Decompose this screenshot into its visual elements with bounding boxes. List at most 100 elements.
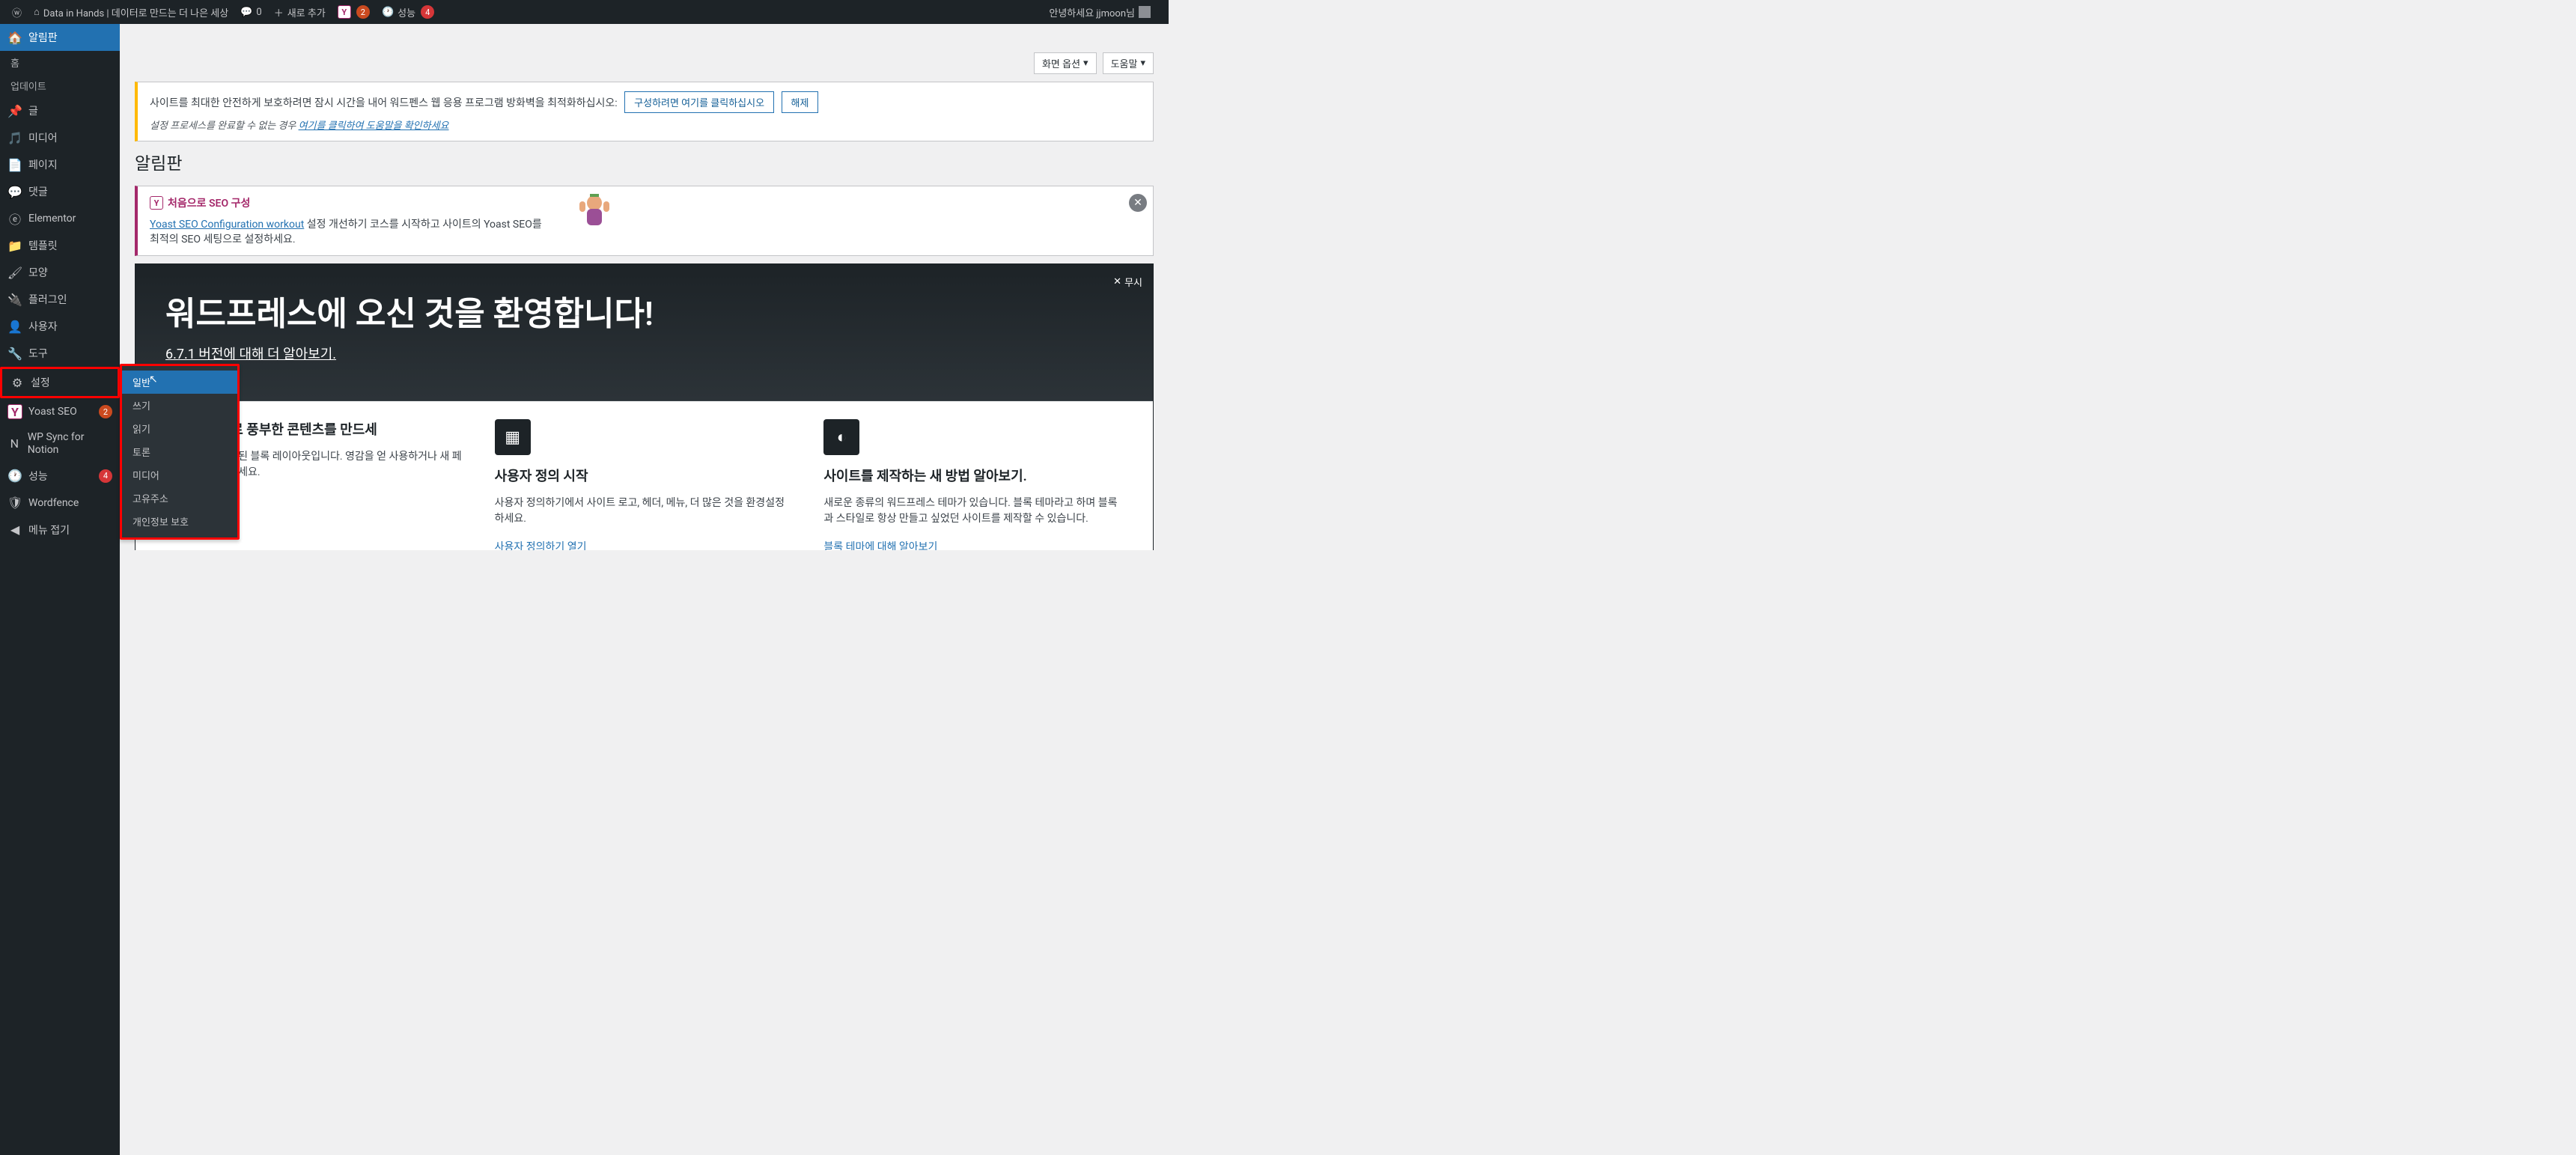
menu-yoast[interactable]: Y Yoast SEO 2	[0, 398, 120, 425]
menu-appearance-label: 모양	[28, 265, 48, 280]
menu-performance[interactable]: 🕐성능4	[0, 463, 120, 490]
menu-settings[interactable]: ⚙ 설정	[2, 369, 118, 396]
perf-count: 4	[421, 5, 434, 19]
gauge-icon: 🕐	[7, 469, 22, 484]
menu-plugins-label: 플러그인	[28, 292, 67, 307]
performance-adminbar[interactable]: 🕐 성능 4	[376, 0, 440, 24]
submenu-media[interactable]: 미디어	[122, 463, 237, 487]
help-label: 도움말	[1111, 56, 1138, 70]
comments-count[interactable]: 💬0	[234, 0, 268, 24]
submenu-updates[interactable]: 업데이트	[0, 74, 120, 97]
menu-tools[interactable]: 🔧도구	[0, 340, 120, 367]
media-icon: 🎵	[7, 130, 22, 145]
menu-settings-label: 설정	[31, 375, 50, 390]
notion-icon: N	[7, 436, 22, 451]
admin-bar: ⓦ ⌂Data in Hands | 데이터로 만드는 더 나은 세상 💬0 ＋…	[0, 0, 1169, 24]
greeting-text: 안녕하세요 jjmoon님	[1049, 5, 1135, 19]
avatar-icon	[1139, 6, 1151, 18]
comment-icon: 💬	[240, 7, 252, 18]
menu-media[interactable]: 🎵 미디어	[0, 124, 120, 151]
wordpress-icon: ⓦ	[12, 5, 22, 19]
menu-appearance[interactable]: 🖌 모양	[0, 259, 120, 286]
menu-elementor-label: Elementor	[28, 213, 76, 225]
submenu-permalinks[interactable]: 고유주소	[122, 487, 237, 510]
menu-comments[interactable]: 💬댓글	[0, 178, 120, 205]
menu-users-label: 사용자	[28, 319, 58, 334]
site-name[interactable]: ⌂Data in Hands | 데이터로 만드는 더 나은 세상	[28, 0, 234, 24]
welcome-dismiss-link[interactable]: ✕무시	[1113, 275, 1142, 289]
welcome-dismiss-label: 무시	[1124, 275, 1142, 289]
gauge-icon: 🕐	[382, 7, 394, 18]
elementor-icon: ⓔ	[7, 211, 22, 226]
yoast-notice-title: 처음으로 SEO 구성	[168, 195, 250, 210]
page-icon: 📄	[7, 157, 22, 172]
submenu-home[interactable]: 홈	[0, 51, 120, 74]
perf-label: 성능	[398, 5, 415, 19]
comments-count-value: 0	[256, 7, 261, 18]
site-title-text: Data in Hands | 데이터로 만드는 더 나은 세상	[43, 5, 228, 19]
settings-submenu: 일반 ↖ 쓰기 읽기 토론 미디어 고유주소 개인정보 보호	[120, 364, 240, 540]
welcome-col2-text: 사용자 정의하기에서 사이트 로고, 헤더, 메뉴, 더 많은 것을 환경설정 …	[495, 496, 794, 527]
welcome-col2-title: 사용자 정의 시작	[495, 466, 794, 485]
menu-plugins[interactable]: 🔌 플러그인	[0, 286, 120, 313]
submenu-reading[interactable]: 읽기	[122, 417, 237, 440]
dashboard-icon: 🏠	[7, 30, 22, 45]
menu-wordfence[interactable]: 🛡 Wordfence	[0, 490, 120, 516]
yoast-icon: Y	[7, 404, 22, 419]
admin-menu: 🏠알림판 홈 업데이트 📌글 🎵미디어 📄페이지 💬댓글 ⓔElementor …	[0, 24, 120, 1155]
wf-sub-prefix: 설정 프로세스를 완료할 수 없는 경우	[150, 121, 299, 132]
yoast-notice: Y 처음으로 SEO 구성 Yoast SEO Configuration wor…	[135, 186, 1154, 256]
welcome-col3-link[interactable]: 블록 테마에 대해 알아보기	[823, 541, 937, 550]
welcome-col3-title: 사이트를 제작하는 새 방법 알아보기.	[823, 466, 1123, 485]
submenu-discussion[interactable]: 토론	[122, 440, 237, 463]
content-area: 화면 옵션▾ 도움말▾ 사이트를 최대한 안전하게 보호하려면 잠시 시간을 내…	[120, 48, 1169, 550]
screen-options-button[interactable]: 화면 옵션▾	[1034, 52, 1097, 74]
yoast-adminbar[interactable]: Y2	[332, 0, 376, 24]
menu-elementor[interactable]: ⓔ Elementor	[0, 205, 120, 232]
submenu-general[interactable]: 일반	[122, 371, 237, 394]
wp-logo[interactable]: ⓦ	[6, 0, 28, 24]
yoast-icon: Y	[338, 5, 351, 19]
welcome-col2-link[interactable]: 사용자 정의하기 열기	[495, 541, 587, 550]
yoast-dismiss-button[interactable]: ✕	[1129, 194, 1147, 212]
menu-pages[interactable]: 📄 페이지	[0, 151, 120, 178]
menu-comments-label: 댓글	[28, 184, 48, 199]
screen-options-label: 화면 옵션	[1042, 56, 1080, 70]
menu-dashboard[interactable]: 🏠알림판	[0, 24, 120, 51]
wf-configure-button[interactable]: 구성하려면 여기를 클릭하십시오	[624, 91, 774, 113]
user-icon: 👤	[7, 319, 22, 334]
yoast-config-link[interactable]: Yoast SEO Configuration workout	[150, 219, 304, 231]
wf-notice-text: 사이트를 최대한 안전하게 보호하려면 잠시 시간을 내어 워드펜스 웹 응용 …	[150, 97, 618, 109]
yoast-menu-count: 2	[99, 405, 112, 418]
menu-wpsync[interactable]: NWP Sync for Notion	[0, 425, 120, 463]
my-account[interactable]: 안녕하세요 jjmoon님	[1043, 0, 1157, 24]
welccontraste-col-3: ◐ 사이트를 제작하는 새 방법 알아보기. 새로운 종류의 워드프레스 테마가…	[823, 419, 1123, 550]
welcome-heading: 워드프레스에 오신 것을 환영합니다!	[165, 287, 1123, 335]
help-button[interactable]: 도움말▾	[1103, 52, 1154, 74]
menu-tools-label: 도구	[28, 346, 48, 361]
menu-users[interactable]: 👤 사용자	[0, 313, 120, 340]
brush-icon: 🖌	[7, 265, 22, 280]
layout-icon: ▦	[495, 419, 531, 455]
wf-dismiss-button[interactable]: 해제	[782, 91, 819, 113]
submenu-writing[interactable]: 쓰기	[122, 394, 237, 417]
perf-menu-count: 4	[99, 469, 112, 483]
shield-icon: 🛡	[7, 496, 22, 511]
welcome-learn-more-link[interactable]: 6.7.1 버전에 대해 더 알아보기.	[165, 347, 336, 362]
menu-pages-label: 페이지	[28, 157, 58, 172]
menu-posts[interactable]: 📌글	[0, 97, 120, 124]
new-content[interactable]: ＋새로 추가	[268, 0, 332, 24]
menu-wordfence-label: Wordfence	[28, 497, 79, 509]
page-title: 알림판	[135, 149, 1154, 174]
menu-collapse-label: 메뉴 접기	[28, 522, 70, 537]
yoast-icon: Y	[150, 196, 163, 210]
menu-templates[interactable]: 📁템플릿	[0, 232, 120, 259]
folder-icon: 📁	[7, 238, 22, 253]
menu-collapse[interactable]: ◀메뉴 접기	[0, 516, 120, 543]
settings-icon: ⚙	[10, 375, 25, 390]
wf-help-link[interactable]: 여기를 클릭하여 도움말을 확인하세요	[299, 121, 449, 132]
submenu-privacy[interactable]: 개인정보 보호	[122, 510, 237, 533]
plug-icon: 🔌	[7, 292, 22, 307]
menu-media-label: 미디어	[28, 130, 58, 145]
menu-yoast-label: Yoast SEO	[28, 406, 77, 418]
